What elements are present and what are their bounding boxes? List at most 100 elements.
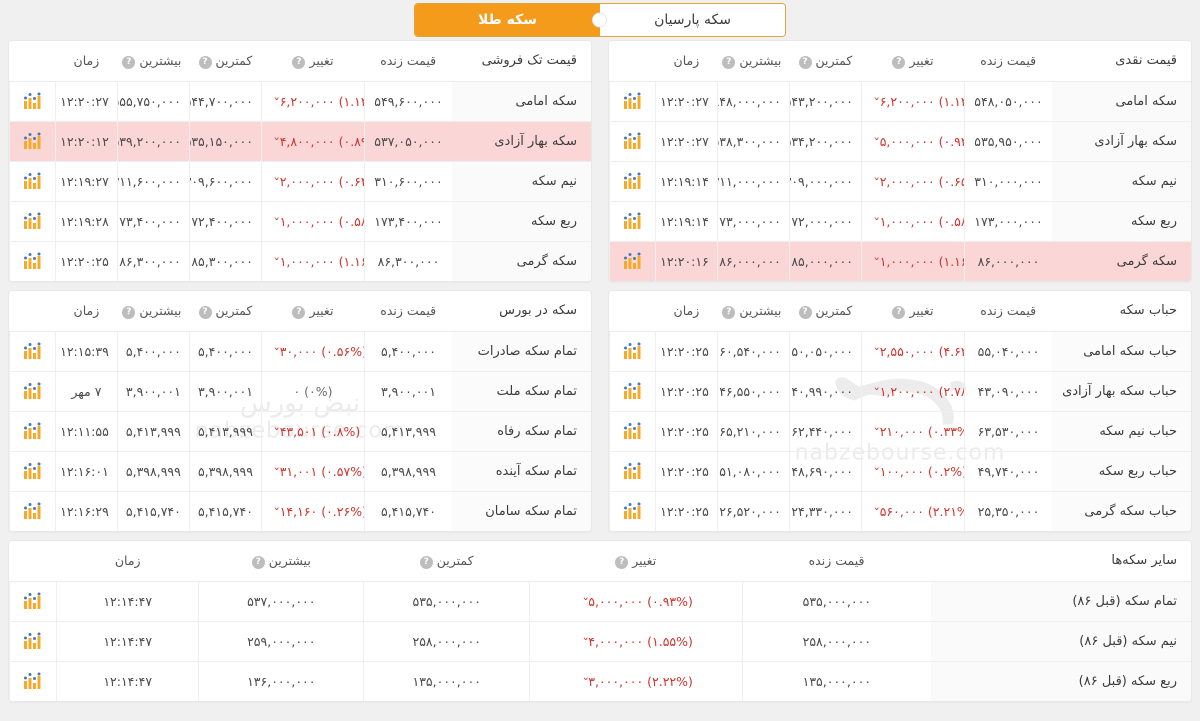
row-chart-button[interactable]: [9, 411, 56, 452]
row-min: ۵۴۴,۷۰۰,۰۰۰: [188, 81, 262, 122]
row-chart-button[interactable]: [9, 491, 56, 531]
row-chart-button[interactable]: [9, 81, 56, 122]
chart-icon[interactable]: [23, 172, 43, 190]
row-chart-button[interactable]: [609, 451, 656, 492]
chart-icon[interactable]: [23, 422, 43, 440]
row-chart-button[interactable]: [609, 241, 656, 281]
table-row[interactable]: تمام سکه ملت۳,۹۰۰,۰۰۱˅۰ (۰%)۳,۹۰۰,۰۰۱۳,۹…: [9, 371, 591, 412]
chart-icon[interactable]: [623, 462, 643, 480]
row-chart-button[interactable]: [9, 621, 57, 662]
row-chart-button[interactable]: [609, 121, 656, 162]
table-row[interactable]: تمام سکه سامان ۵,۴۱۵,۷۴۰ ˅۱۴,۱۶۰ (۰.۲۶%) ۵,…: [9, 491, 591, 531]
table-row[interactable]: سکه بهار آزادی ۵۳۷,۰۵۰,۰۰۰ ˅۴,۸۰۰,۰۰۰ (۰.۸…: [9, 121, 591, 162]
help-icon[interactable]: ?: [251, 555, 265, 569]
row-chart-button[interactable]: [9, 451, 56, 492]
table-row[interactable]: ربع سکه۱۷۳,۴۰۰,۰۰۰˅۱,۰۰۰,۰۰۰ (۰.۵۸%)۱۷۲,…: [9, 201, 591, 242]
bourse-coin-table: سکه در بورس قیمت زنده تغییر? کمترین? بیشترین…: [9, 291, 591, 531]
chart-icon[interactable]: [623, 212, 643, 230]
table-row[interactable]: ربع سکه۱۷۳,۰۰۰,۰۰۰˅۱,۰۰۰,۰۰۰ (۰.۵۸%)۱۷۲,…: [609, 201, 1191, 242]
row-chart-button[interactable]: [609, 411, 656, 452]
help-icon[interactable]: ?: [798, 305, 812, 319]
row-change: ˅۰ (۰%): [260, 371, 365, 412]
help-icon[interactable]: ?: [892, 55, 906, 69]
row-chart-button[interactable]: [609, 201, 656, 242]
toggle-option-gold-coin[interactable]: سکه طلا: [415, 4, 600, 36]
row-chart-button[interactable]: [9, 161, 56, 202]
row-chart-button[interactable]: [9, 371, 56, 412]
row-chart-button[interactable]: [609, 491, 656, 531]
chart-icon[interactable]: [623, 502, 643, 520]
help-icon[interactable]: ?: [198, 305, 212, 319]
table-row[interactable]: تمام سکه آینده ۵,۳۹۸,۹۹۹ ˅۳۱,۰۰۱ (۰.۵۷%) ۵,…: [9, 451, 591, 492]
chart-icon[interactable]: [623, 382, 643, 400]
table-row[interactable]: نیم سکه۳۱۰,۶۰۰,۰۰۰˅۲,۰۰۰,۰۰۰ (۰.۶۴%)۳۰۹,…: [9, 161, 591, 202]
table-row[interactable]: تمام سکه رفاه ۵,۴۱۳,۹۹۹ ˅۴۳,۵۰۱ (۰.۸%) ۵,۴۱…: [9, 411, 591, 452]
chart-icon[interactable]: [23, 132, 43, 150]
row-chart-button[interactable]: [609, 161, 656, 202]
table-row[interactable]: تمام سکه صادرات ۵,۴۰۰,۰۰۰ ˅۳۰,۰۰۰ (۰.۵۶%) ۵…: [9, 331, 591, 372]
row-live-price: ۸۶,۳۰۰,۰۰۰: [363, 241, 452, 281]
row-chart-button[interactable]: [9, 661, 57, 701]
row-name: تمام سکه رفاه: [451, 411, 591, 452]
help-icon[interactable]: ?: [292, 305, 306, 319]
row-max: ۳۱۱,۶۰۰,۰۰۰: [116, 161, 190, 202]
chart-icon[interactable]: [623, 92, 643, 110]
help-icon[interactable]: ?: [892, 305, 906, 319]
row-chart-button[interactable]: [609, 81, 656, 122]
table-row[interactable]: سکه بهار آزادی ۵۳۵,۹۵۰,۰۰۰ ˅۵,۰۰۰,۰۰۰ (۰.۹…: [609, 121, 1191, 162]
help-icon[interactable]: ?: [122, 305, 136, 319]
chart-icon[interactable]: [623, 252, 643, 270]
table-row[interactable]: تمام سکه (قبل ۸۶) ۵۳۵,۰۰۰,۰۰۰ ˅۵,۰۰۰,۰۰۰ (…: [9, 581, 1191, 622]
table-row[interactable]: حباب سکه امامی۵۵,۰۴۰,۰۰۰˅۲,۵۵۰,۰۰۰ (۴.۶۳…: [609, 331, 1191, 372]
row-change: ˅۲۱۰,۰۰۰ (۰.۳۳%): [860, 411, 965, 452]
chart-icon[interactable]: [623, 132, 643, 150]
row-chart-button[interactable]: [609, 331, 656, 372]
table-row[interactable]: حباب سکه بهار آزادی ۴۳,۰۹۰,۰۰۰ ˅۱,۲۰۰,۰۰۰ …: [609, 371, 1191, 412]
help-icon[interactable]: ?: [198, 55, 212, 69]
chart-icon[interactable]: [23, 632, 43, 650]
table-row[interactable]: نیم سکه۳۱۰,۰۰۰,۰۰۰˅۲,۰۰۰,۰۰۰ (۰.۶۵%)۳۰۹,…: [609, 161, 1191, 202]
chevron-down-icon: ˅: [873, 135, 881, 149]
row-chart-button[interactable]: [9, 241, 56, 281]
chart-icon[interactable]: [623, 172, 643, 190]
chart-icon[interactable]: [23, 212, 43, 230]
chart-icon[interactable]: [23, 592, 43, 610]
table-row[interactable]: حباب سکه گرمی ۲۵,۳۵۰,۰۰۰ ˅۵۶۰,۰۰۰ (۲.۲۱%) ۲…: [609, 491, 1191, 531]
row-chart-button[interactable]: [9, 331, 56, 372]
chart-icon[interactable]: [23, 462, 43, 480]
coin-type-toggle[interactable]: سکه طلا سکه پارسیان: [414, 3, 786, 37]
help-icon[interactable]: ?: [292, 55, 306, 69]
table-row[interactable]: حباب نیم سکه ۶۳,۵۳۰,۰۰۰ ˅۲۱۰,۰۰۰ (۰.۳۳%) ۶۲…: [609, 411, 1191, 452]
row-name: تمام سکه (قبل ۸۶): [931, 581, 1191, 622]
tables-row-2: nabzebourse.com حباب سکه قیمت زنده تغییر? ک…: [0, 290, 1200, 540]
table-row[interactable]: حباب ربع سکه ۴۹,۷۴۰,۰۰۰ ˅۱۰۰,۰۰۰ (۰.۲%) ۴۸,…: [609, 451, 1191, 492]
help-icon[interactable]: ?: [419, 555, 433, 569]
toggle-option-parsian-coin[interactable]: سکه پارسیان: [600, 4, 785, 36]
row-chart-button[interactable]: [9, 581, 57, 622]
chart-icon[interactable]: [23, 672, 43, 690]
row-min: ۲۴,۳۳۰,۰۰۰: [788, 491, 862, 531]
chart-icon[interactable]: [23, 252, 43, 270]
help-icon[interactable]: ?: [722, 55, 736, 69]
chart-icon[interactable]: [23, 92, 43, 110]
chart-icon[interactable]: [23, 502, 43, 520]
table-row[interactable]: سکه گرمی۸۶,۰۰۰,۰۰۰˅۱,۰۰۰,۰۰۰ (۱.۱۶%)۸۵,۰…: [609, 241, 1191, 281]
chart-icon[interactable]: [23, 342, 43, 360]
help-icon[interactable]: ?: [798, 55, 812, 69]
chart-icon[interactable]: [623, 342, 643, 360]
row-change-value: ۳,۰۰۰,۰۰۰ (۲.۲۲%): [588, 673, 693, 689]
row-chart-button[interactable]: [9, 201, 56, 242]
row-chart-button[interactable]: [609, 371, 656, 412]
table-row[interactable]: سکه گرمی۸۶,۳۰۰,۰۰۰˅۱,۰۰۰,۰۰۰ (۱.۱۶%)۸۵,۳…: [9, 241, 591, 281]
row-chart-button[interactable]: [9, 121, 56, 162]
table-row[interactable]: نیم سکه (قبل ۸۶) ۲۵۸,۰۰۰,۰۰۰ ˅۴,۰۰۰,۰۰۰ (۱…: [9, 621, 1191, 662]
table-row[interactable]: ربع سکه (قبل ۸۶) ۱۳۵,۰۰۰,۰۰۰ ˅۳,۰۰۰,۰۰۰ (۲…: [9, 661, 1191, 701]
help-icon[interactable]: ?: [122, 55, 136, 69]
chart-icon[interactable]: [23, 382, 43, 400]
help-icon[interactable]: ?: [722, 305, 736, 319]
row-time: ۱۲:۲۰:۲۵: [655, 451, 718, 492]
table-row[interactable]: سکه امامی۵۴۹,۶۰۰,۰۰۰˅۶,۲۰۰,۰۰۰ (۱.۱۳%)۵۴…: [9, 81, 591, 122]
table-row[interactable]: سکه امامی۵۴۸,۰۵۰,۰۰۰˅۶,۲۰۰,۰۰۰ (۱.۱۳%)۵۴…: [609, 81, 1191, 122]
help-icon[interactable]: ?: [615, 555, 629, 569]
chart-icon[interactable]: [623, 422, 643, 440]
